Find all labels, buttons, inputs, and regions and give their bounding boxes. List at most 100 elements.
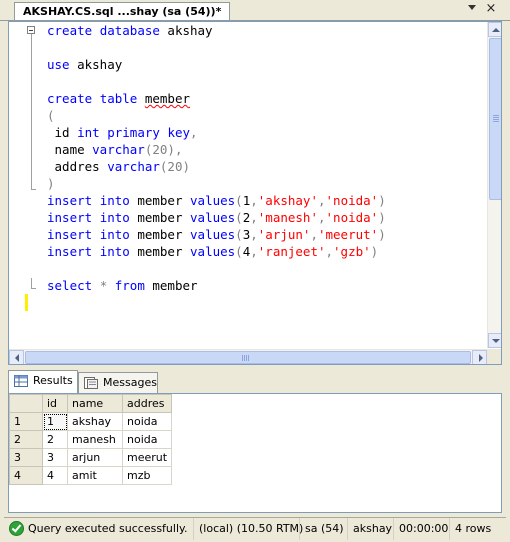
code-line[interactable]: insert into member values(2,'manesh','no… bbox=[47, 209, 386, 226]
keyword-token: values bbox=[190, 244, 236, 259]
dropdown-arrow-icon[interactable] bbox=[468, 5, 476, 10]
sql-code[interactable]: create database akshay use akshay create… bbox=[47, 22, 386, 294]
keyword-token: values bbox=[190, 227, 236, 242]
code-line[interactable]: select * from member bbox=[47, 277, 386, 294]
collapse-icon[interactable] bbox=[27, 26, 35, 34]
string-token: 'manesh' bbox=[257, 210, 318, 225]
code-token: ) bbox=[378, 227, 386, 242]
horizontal-scroll-thumb[interactable] bbox=[25, 351, 471, 364]
keyword-token: into bbox=[99, 244, 130, 259]
keyword-token: insert bbox=[47, 227, 93, 242]
code-line[interactable]: name varchar(20), bbox=[47, 141, 386, 158]
tab-results[interactable]: Results bbox=[8, 370, 78, 394]
row-header[interactable]: 4 bbox=[9, 466, 43, 485]
column-header-id[interactable]: id bbox=[42, 394, 68, 413]
status-database: akshay bbox=[347, 518, 393, 540]
vertical-scrollbar[interactable] bbox=[487, 22, 501, 348]
code-token: akshay bbox=[159, 23, 213, 38]
code-token: , bbox=[317, 193, 326, 208]
grid-corner-header[interactable] bbox=[9, 394, 43, 413]
code-token: , bbox=[250, 244, 258, 259]
grid-cell-name[interactable]: amit bbox=[67, 466, 123, 485]
grip-line bbox=[493, 121, 499, 122]
code-token: ) bbox=[378, 193, 386, 208]
keyword-token: into bbox=[99, 210, 130, 225]
document-tab-title: AKSHAY.CS.sql ...shay (sa (54))* bbox=[23, 5, 222, 18]
scroll-down-button[interactable] bbox=[488, 333, 501, 348]
grid-cell-name[interactable]: manesh bbox=[67, 430, 123, 449]
code-line[interactable]: id int primary key, bbox=[47, 124, 386, 141]
grid-cell-addres[interactable]: mzb bbox=[121, 466, 173, 485]
code-line[interactable]: ) bbox=[47, 175, 386, 192]
code-line[interactable]: create database akshay bbox=[47, 22, 386, 39]
grid-cell-id[interactable]: 4 bbox=[42, 466, 68, 485]
code-line[interactable]: insert into member values(3,'arjun','mee… bbox=[47, 226, 386, 243]
grid-cell-addres[interactable]: noida bbox=[121, 430, 173, 449]
keyword-token: primary bbox=[107, 125, 160, 140]
arrow-right-icon bbox=[479, 354, 483, 362]
code-token: member bbox=[129, 227, 191, 242]
row-header[interactable]: 3 bbox=[9, 448, 43, 467]
table-row[interactable]: 3 3 arjun meerut bbox=[9, 448, 173, 467]
scroll-up-button[interactable] bbox=[488, 22, 501, 37]
outline-guide bbox=[31, 34, 32, 189]
results-table[interactable]: id name addres 1 1 akshay noida 2 2 manesh noida 3… bbox=[9, 394, 173, 485]
query-editor[interactable]: create database akshay use akshay create… bbox=[8, 21, 502, 365]
code-token: ( bbox=[235, 244, 243, 259]
row-header[interactable]: 2 bbox=[9, 430, 43, 449]
status-message: Query executed successfully. bbox=[4, 518, 193, 540]
string-token: 'gzb' bbox=[333, 244, 371, 259]
scroll-right-button[interactable] bbox=[472, 350, 487, 364]
code-line[interactable]: use akshay bbox=[47, 56, 386, 73]
table-row[interactable]: 4 4 amit mzb bbox=[9, 466, 173, 485]
code-line[interactable]: create table member bbox=[47, 90, 386, 107]
grid-cell-name[interactable]: arjun bbox=[67, 448, 123, 467]
results-grid[interactable]: id name addres 1 1 akshay noida 2 2 manesh noida 3… bbox=[8, 393, 502, 513]
code-token: member bbox=[144, 278, 198, 293]
row-header[interactable]: 1 bbox=[9, 412, 43, 431]
keyword-token: values bbox=[190, 193, 236, 208]
grid-icon bbox=[14, 375, 28, 387]
close-icon[interactable]: × bbox=[483, 1, 499, 17]
column-header-addres[interactable]: addres bbox=[121, 394, 173, 413]
tab-results-label: Results bbox=[33, 374, 73, 387]
code-line[interactable] bbox=[47, 73, 386, 90]
code-line[interactable]: addres varchar(20) bbox=[47, 158, 386, 175]
grip-line bbox=[493, 115, 499, 116]
tab-messages[interactable]: Messages bbox=[78, 372, 158, 394]
horizontal-scrollbar[interactable] bbox=[9, 349, 487, 364]
code-token: , bbox=[250, 210, 258, 225]
code-line[interactable]: ( bbox=[47, 107, 386, 124]
grip-line bbox=[244, 355, 245, 361]
grid-cell-addres[interactable]: noida bbox=[121, 412, 173, 431]
grid-cell-id[interactable]: 3 bbox=[42, 448, 68, 467]
code-line[interactable] bbox=[47, 260, 386, 277]
keyword-token: into bbox=[99, 227, 130, 242]
grid-cell-name[interactable]: akshay bbox=[67, 412, 123, 431]
table-row[interactable]: 2 2 manesh noida bbox=[9, 430, 173, 449]
vertical-scroll-thumb[interactable] bbox=[489, 38, 501, 200]
code-line[interactable]: insert into member values(4,'ranjeet','g… bbox=[47, 243, 386, 260]
code-line[interactable]: insert into member values(1,'akshay','no… bbox=[47, 192, 386, 209]
status-message-text: Query executed successfully. bbox=[28, 522, 188, 535]
document-tab[interactable]: AKSHAY.CS.sql ...shay (sa (54))* bbox=[14, 2, 231, 20]
table-row[interactable]: 1 1 akshay noida bbox=[9, 412, 173, 431]
grid-cell-id[interactable]: 2 bbox=[42, 430, 68, 449]
keyword-token: varchar bbox=[107, 159, 160, 174]
column-header-name[interactable]: name bbox=[67, 394, 123, 413]
code-token: addres bbox=[47, 159, 108, 174]
grid-cell-id[interactable]: 1 bbox=[42, 412, 68, 431]
grip-line bbox=[242, 355, 243, 361]
results-tab-strip: Results Messages bbox=[0, 370, 510, 394]
scroll-left-button[interactable] bbox=[9, 350, 24, 364]
code-token: , bbox=[250, 227, 258, 242]
code-token: member bbox=[129, 193, 191, 208]
code-line[interactable] bbox=[47, 39, 386, 56]
code-token: member bbox=[129, 244, 191, 259]
grid-cell-addres[interactable]: meerut bbox=[121, 448, 173, 467]
grip-line bbox=[493, 117, 499, 118]
